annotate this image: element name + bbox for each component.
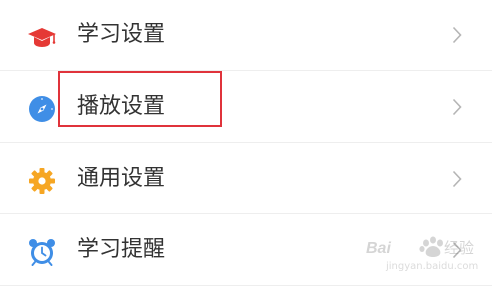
chevron-right-icon	[452, 26, 462, 44]
settings-item-label: 播放设置	[77, 94, 166, 119]
compass-icon	[27, 94, 57, 124]
alarm-clock-icon	[27, 237, 57, 267]
row-divider	[0, 142, 492, 143]
gear-icon	[27, 166, 57, 196]
row-divider	[0, 70, 492, 71]
settings-item-label: 学习设置	[77, 22, 166, 47]
settings-item-reminder[interactable]: 学习提醒	[0, 215, 492, 287]
settings-item-label: 通用设置	[77, 166, 166, 191]
row-divider	[0, 285, 492, 286]
settings-list: 学习设置 播放设置 通用设置 学习提醒 Bai 经验 jingyan.baidu…	[0, 0, 492, 287]
graduation-cap-icon	[27, 22, 57, 52]
chevron-right-icon	[452, 98, 462, 116]
chevron-right-icon	[452, 241, 462, 259]
settings-item-study[interactable]: 学习设置	[0, 0, 492, 72]
row-divider	[0, 213, 492, 214]
settings-item-general[interactable]: 通用设置	[0, 144, 492, 216]
chevron-right-icon	[452, 170, 462, 188]
settings-item-playback[interactable]: 播放设置	[0, 72, 492, 144]
settings-item-label: 学习提醒	[77, 237, 166, 262]
